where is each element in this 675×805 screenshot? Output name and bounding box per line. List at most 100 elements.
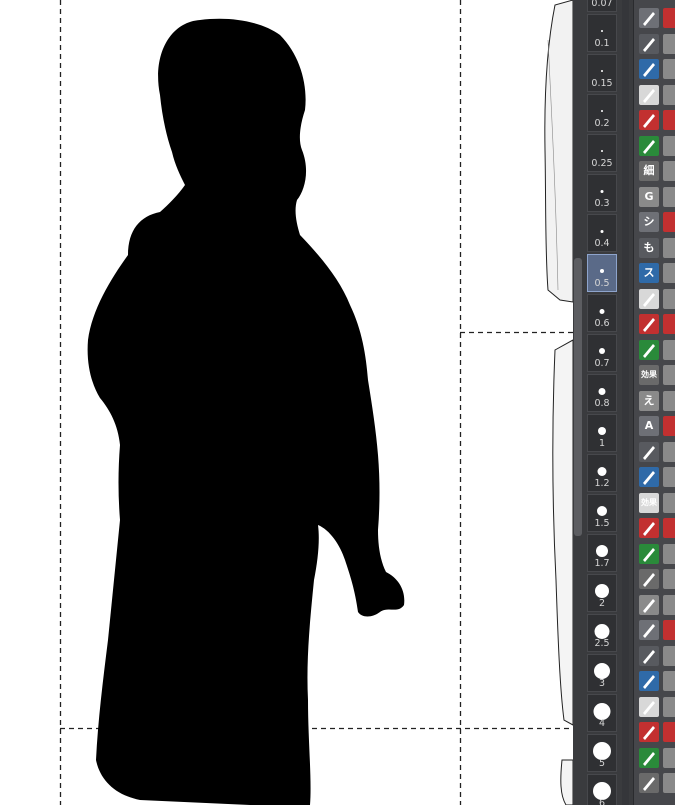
- tool-secondary-icon[interactable]: [663, 594, 675, 615]
- tool-secondary-icon[interactable]: [663, 161, 675, 181]
- noise-texture-icon[interactable]: [639, 645, 659, 666]
- brush-size-option[interactable]: 2: [587, 574, 617, 612]
- tool-secondary-icon[interactable]: [663, 186, 675, 207]
- tool-secondary-icon[interactable]: [663, 288, 675, 309]
- tool-secondary-icon[interactable]: [663, 773, 675, 793]
- brush-size-label: 3: [598, 678, 606, 689]
- tool-secondary-icon[interactable]: [663, 671, 675, 691]
- brush-size-label: 0.1: [594, 38, 610, 49]
- brush-size-option[interactable]: 0.2: [587, 94, 617, 132]
- tool-secondary-icon[interactable]: [663, 543, 675, 564]
- pen-nib-icon[interactable]: [639, 33, 659, 54]
- tool-label: も: [643, 240, 655, 254]
- marker-su-icon[interactable]: ス: [639, 263, 659, 283]
- panel-divider: [622, 0, 629, 805]
- text-tool-icon[interactable]: A: [639, 416, 659, 436]
- brush-size-option[interactable]: 3: [587, 654, 617, 692]
- speech-balloon-icon[interactable]: [639, 441, 659, 462]
- brush-size-option[interactable]: 2.5: [587, 614, 617, 652]
- tool-secondary-icon[interactable]: [663, 518, 675, 538]
- brush-size-dot: [600, 189, 604, 193]
- sparkle-stamp-icon[interactable]: [639, 594, 659, 615]
- tool-secondary-icon[interactable]: [663, 212, 675, 232]
- tool-secondary-icon[interactable]: [663, 722, 675, 742]
- sub-tool-panel: 細 G シもス効果え A 効果: [633, 0, 675, 805]
- brush-size-option[interactable]: 1.7: [587, 534, 617, 572]
- lasso-fill-icon[interactable]: [639, 110, 659, 130]
- tool-secondary-icon[interactable]: [663, 441, 675, 462]
- fine-line-icon[interactable]: 細: [639, 161, 659, 181]
- brush-size-option[interactable]: 0.6: [587, 294, 617, 332]
- brush-size-option[interactable]: 0.7: [587, 334, 617, 372]
- tone-pattern-icon[interactable]: [639, 467, 659, 487]
- texture-icon[interactable]: [639, 569, 659, 589]
- tool-secondary-icon[interactable]: [663, 696, 675, 717]
- brush-size-dot: [596, 545, 608, 557]
- brush-size-option[interactable]: 0.1: [587, 14, 617, 52]
- brush-size-label: 0.7: [594, 358, 610, 369]
- brush-size-label: 0.3: [594, 198, 610, 209]
- effect-text-icon[interactable]: 効果: [639, 365, 659, 385]
- effect-text-2-icon[interactable]: 効果: [639, 492, 659, 513]
- tool-secondary-icon[interactable]: [663, 492, 675, 513]
- tool-secondary-icon[interactable]: [663, 747, 675, 768]
- brush-size-dot: [600, 269, 604, 273]
- fill-bucket-icon[interactable]: [639, 314, 659, 334]
- stamp-icon[interactable]: [639, 59, 659, 79]
- brush-size-option[interactable]: 1.5: [587, 494, 617, 532]
- brush-size-option[interactable]: 0.25: [587, 134, 617, 172]
- brush-size-option[interactable]: 4: [587, 694, 617, 732]
- tool-secondary-icon[interactable]: [663, 237, 675, 258]
- drawing-canvas[interactable]: [0, 0, 573, 805]
- grid-pattern-icon[interactable]: [639, 620, 659, 640]
- tool-secondary-icon[interactable]: [663, 467, 675, 487]
- tool-secondary-icon[interactable]: [663, 620, 675, 640]
- tool-secondary-icon[interactable]: [663, 645, 675, 666]
- brush-size-option[interactable]: 0.07: [587, 0, 617, 12]
- tool-secondary-icon[interactable]: [663, 8, 675, 28]
- tool-secondary-icon[interactable]: [663, 339, 675, 360]
- tool-secondary-icon[interactable]: [663, 135, 675, 156]
- tool-secondary-icon[interactable]: [663, 84, 675, 105]
- marker-icon[interactable]: シ: [639, 212, 659, 232]
- tool-secondary-icon[interactable]: [663, 416, 675, 436]
- brush-size-label: 2: [598, 598, 606, 609]
- tool-secondary-icon[interactable]: [663, 110, 675, 130]
- brush-size-dot: [601, 70, 603, 72]
- brush-size-label: 0.07: [591, 0, 613, 9]
- eraser-icon[interactable]: [639, 518, 659, 538]
- green-brush-icon[interactable]: え: [639, 390, 659, 411]
- panel-scrollbar[interactable]: [574, 258, 582, 536]
- tool-secondary-icon[interactable]: [663, 569, 675, 589]
- brush-size-label: 2.5: [594, 638, 610, 649]
- tool-secondary-icon[interactable]: [663, 390, 675, 411]
- tool-secondary-icon[interactable]: [663, 33, 675, 54]
- brush-size-option[interactable]: 0.15: [587, 54, 617, 92]
- brush-size-panel: 0.07 0.1 0.15 0.2 0.25 0.3 0.4 0.5 0.6 0.7 0.8 1 1.2…: [573, 0, 633, 805]
- brush-size-option[interactable]: 1.2: [587, 454, 617, 492]
- ribbon-icon[interactable]: [639, 722, 659, 742]
- tool-secondary-icon[interactable]: [663, 365, 675, 385]
- grass-brush-icon[interactable]: [639, 288, 659, 309]
- g-pen-icon[interactable]: G: [639, 186, 659, 207]
- tool-secondary-icon[interactable]: [663, 263, 675, 283]
- red-effect-icon[interactable]: [639, 543, 659, 564]
- water-texture-icon[interactable]: [639, 773, 659, 793]
- brush-size-option[interactable]: 6: [587, 774, 617, 805]
- brush-size-option[interactable]: 0.3: [587, 174, 617, 212]
- tool-secondary-icon[interactable]: [663, 59, 675, 79]
- cross-sparkle-icon[interactable]: [639, 696, 659, 717]
- frame-border-icon[interactable]: [639, 135, 659, 156]
- dropper-icon[interactable]: [639, 8, 659, 28]
- fountain-pen-icon[interactable]: [639, 339, 659, 360]
- tree-icon[interactable]: [639, 747, 659, 768]
- brush-size-option[interactable]: 0.8: [587, 374, 617, 412]
- brush-size-option[interactable]: 0.5: [587, 254, 617, 292]
- hatching-icon[interactable]: [639, 84, 659, 105]
- star-sparkle-icon[interactable]: [639, 671, 659, 691]
- tool-secondary-icon[interactable]: [663, 314, 675, 334]
- brush-size-option[interactable]: 1: [587, 414, 617, 452]
- brush-size-option[interactable]: 5: [587, 734, 617, 772]
- brush-size-option[interactable]: 0.4: [587, 214, 617, 252]
- marker-mo-icon[interactable]: も: [639, 237, 659, 258]
